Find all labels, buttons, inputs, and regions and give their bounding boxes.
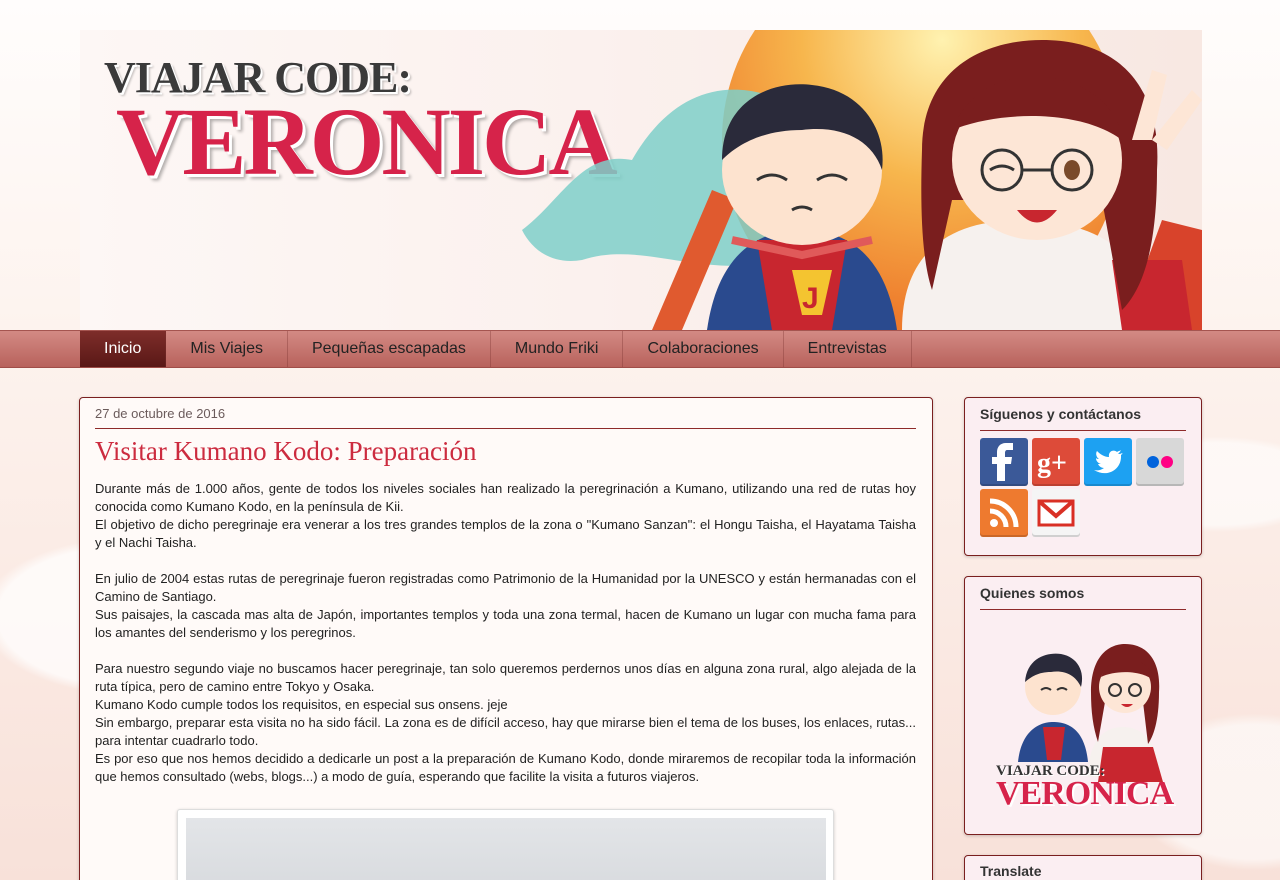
translate-widget: Translate (964, 855, 1202, 880)
header-illustration: J (522, 30, 1202, 330)
post-paragraph: El objetivo de dicho peregrinaje era ven… (95, 517, 916, 550)
post-date-divider (95, 428, 916, 429)
blog-post: 27 de octubre de 2016 Visitar Kumano Kod… (79, 397, 933, 880)
post-paragraph: Es por eso que nos hemos decidido a dedi… (95, 751, 916, 784)
post-paragraph: En julio de 2004 estas rutas de peregrin… (95, 571, 916, 604)
nav-item-mundo-friki[interactable]: Mundo Friki (491, 331, 624, 367)
post-title[interactable]: Visitar Kumano Kodo: Preparación (95, 436, 477, 467)
about-widget: Quienes somos VIAJAR CODE: VERONICA (964, 576, 1202, 835)
post-paragraph: Durante más de 1.000 años, gente de todo… (95, 481, 916, 514)
nav-item-entrevistas[interactable]: Entrevistas (784, 331, 912, 367)
follow-widget-title: Síguenos y contáctanos (980, 406, 1142, 422)
flickr-icon[interactable] (1136, 438, 1184, 486)
main-navigation-bar: Inicio Mis Viajes Pequeñas escapadas Mun… (0, 330, 1280, 368)
gmail-icon[interactable] (1032, 489, 1080, 537)
svg-text:g+: g+ (1037, 448, 1067, 479)
post-paragraph: Para nuestro segundo viaje no buscamos h… (95, 661, 916, 694)
nav-item-colaboraciones[interactable]: Colaboraciones (623, 331, 784, 367)
post-image[interactable] (186, 818, 826, 880)
widget-divider (980, 430, 1186, 431)
main-navigation: Inicio Mis Viajes Pequeñas escapadas Mun… (80, 331, 912, 367)
widget-divider (980, 609, 1186, 610)
nav-item-inicio[interactable]: Inicio (80, 331, 167, 367)
rss-icon[interactable] (980, 489, 1028, 537)
post-paragraph: Sin embargo, preparar esta visita no ha … (95, 715, 916, 748)
follow-widget: Síguenos y contáctanos g+ (964, 397, 1202, 556)
about-widget-title: Quienes somos (980, 585, 1085, 601)
post-paragraph: Sus paisajes, la cascada mas alta de Jap… (95, 607, 916, 640)
post-image-frame[interactable] (177, 809, 834, 880)
svg-text:J: J (802, 282, 819, 315)
post-date: 27 de octubre de 2016 (95, 406, 226, 421)
post-paragraph: Kumano Kodo cumple todos los requisitos,… (95, 697, 508, 712)
nav-item-pequenas-escapadas[interactable]: Pequeñas escapadas (288, 331, 491, 367)
blog-header-banner[interactable]: VIAJAR CODE: VERONICA J (80, 30, 1202, 330)
nav-item-mis-viajes[interactable]: Mis Viajes (166, 331, 288, 367)
twitter-icon[interactable] (1084, 438, 1132, 486)
about-logo-text-main: VERONICA (996, 775, 1174, 812)
translate-widget-title: Translate (980, 863, 1042, 879)
google-plus-icon[interactable]: g+ (1032, 438, 1080, 486)
post-body: Durante más de 1.000 años, gente de todo… (95, 480, 916, 786)
girl-character (902, 40, 1202, 330)
facebook-icon[interactable] (980, 438, 1028, 486)
boy-character: J (707, 84, 897, 330)
